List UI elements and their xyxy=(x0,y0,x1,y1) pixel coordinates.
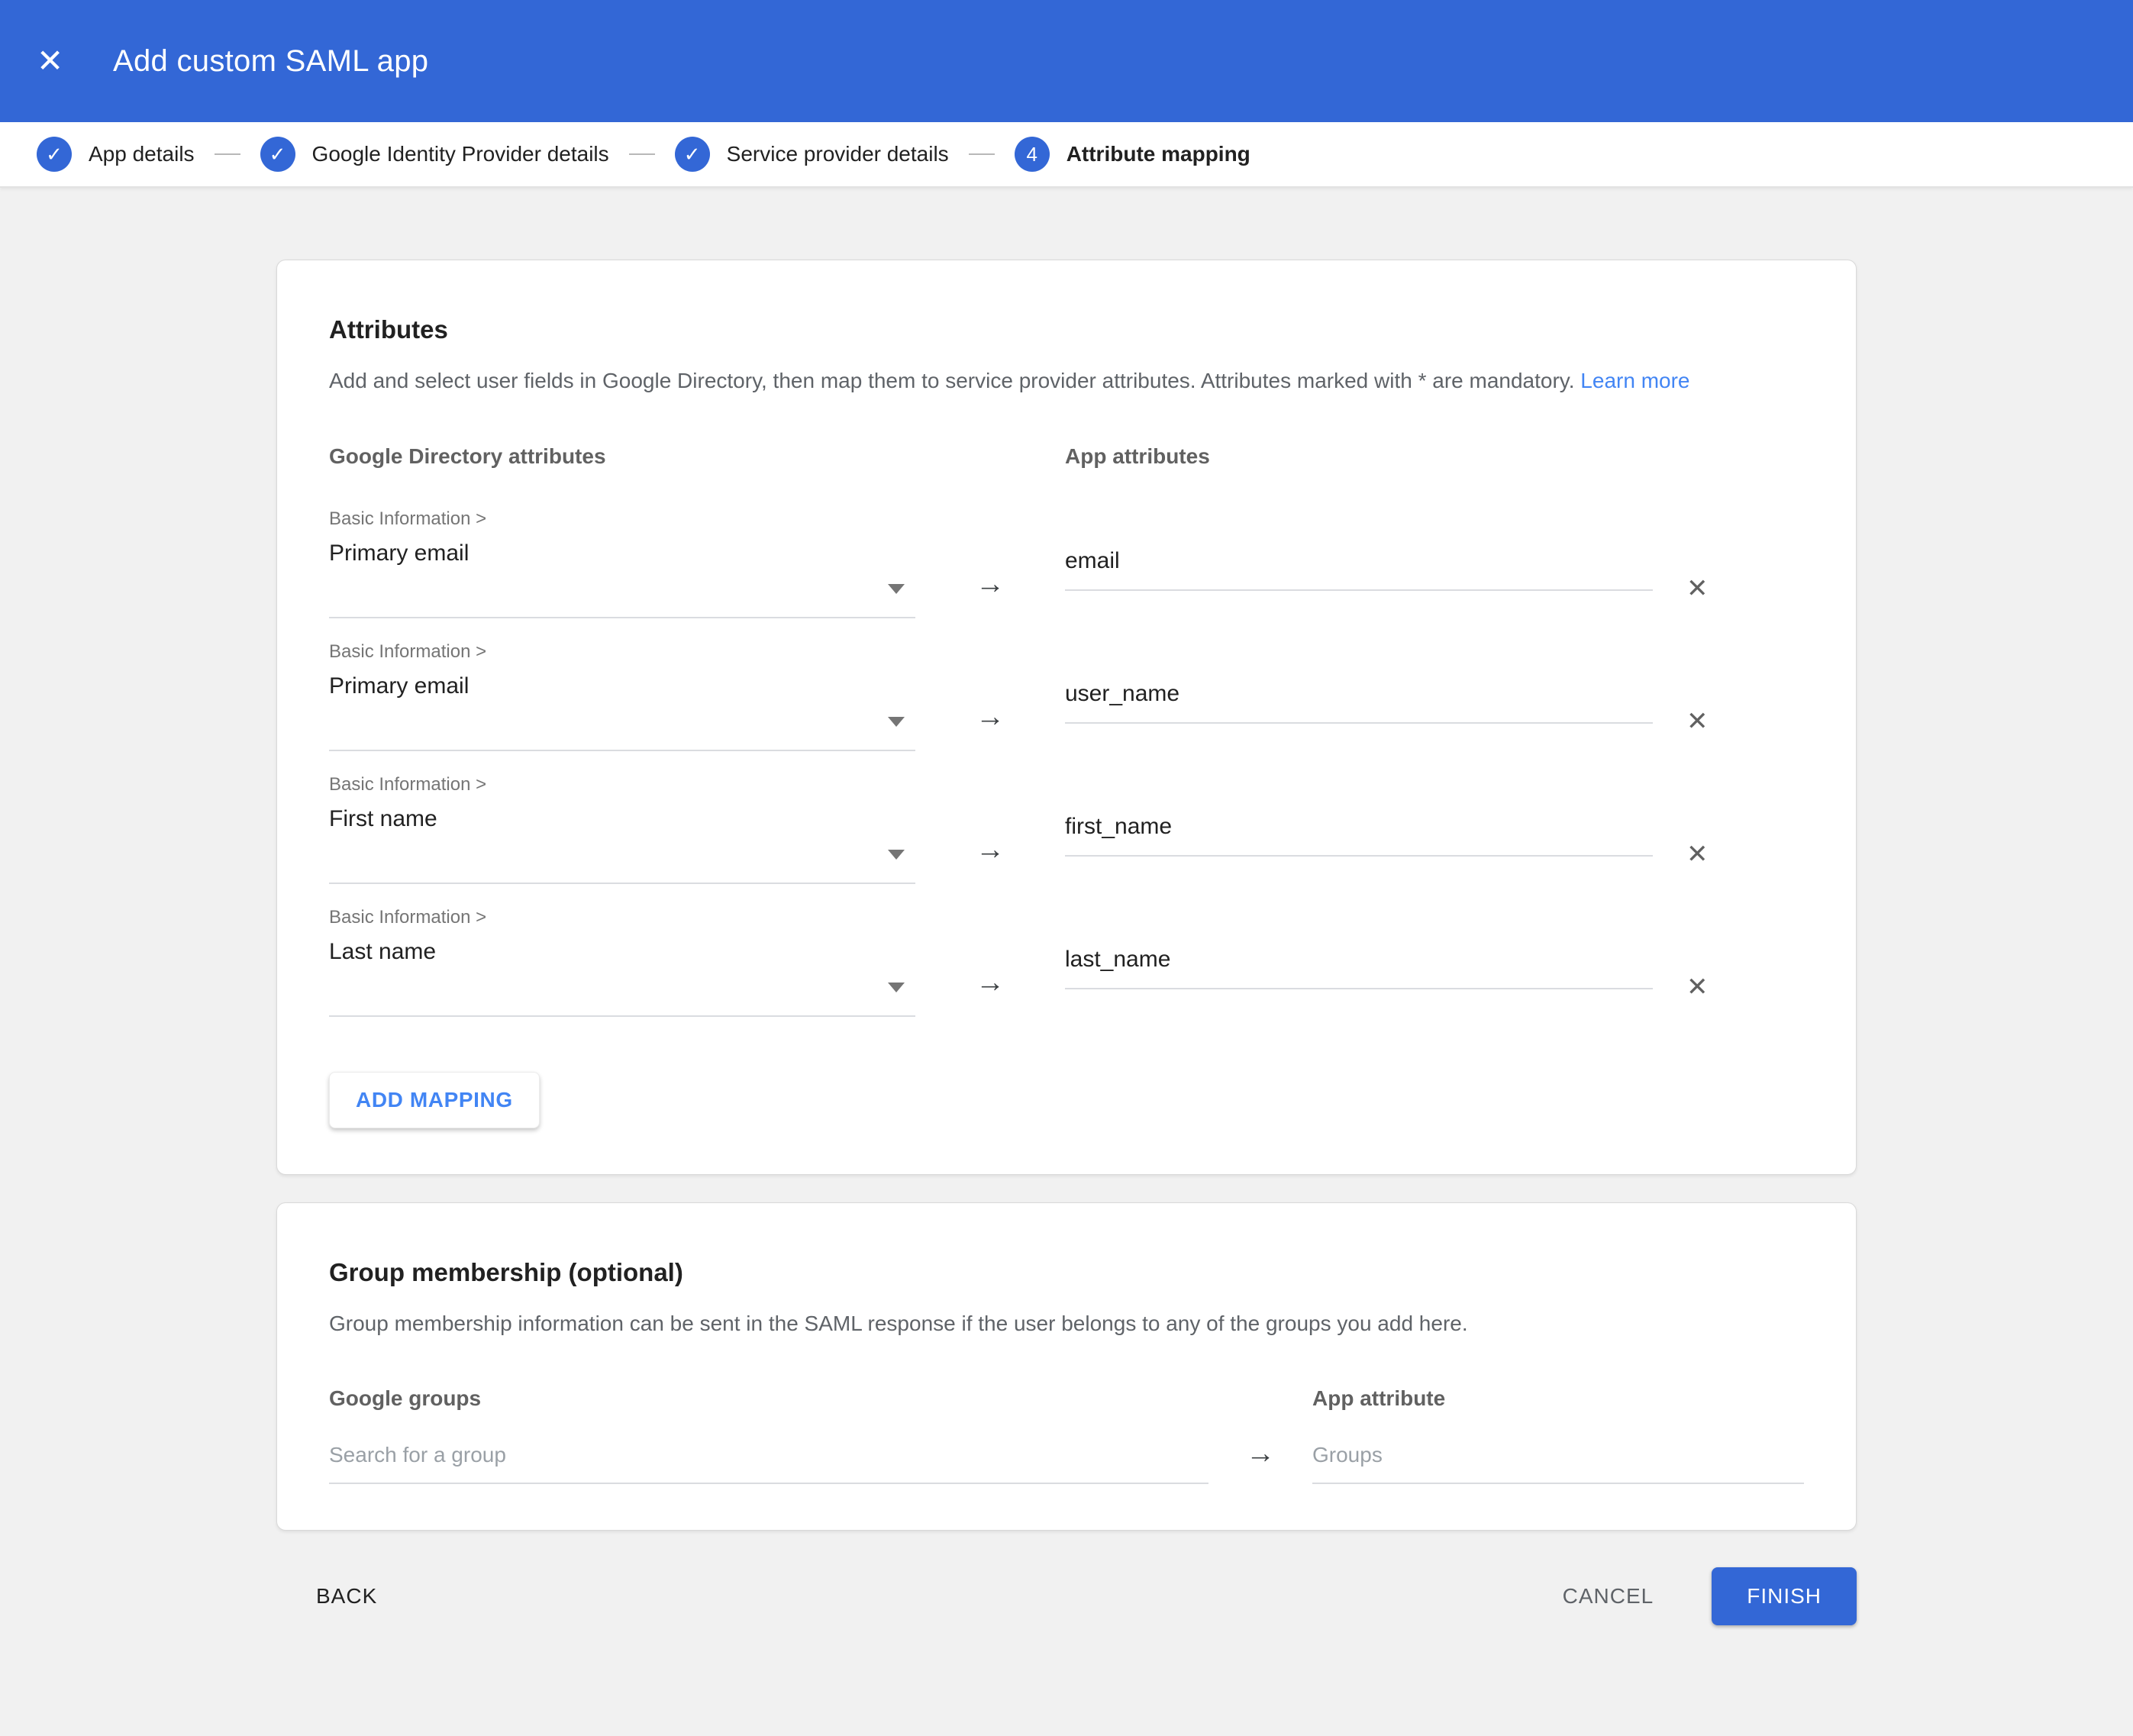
step-complete-check-icon: ✓ xyxy=(675,137,710,172)
step-complete-check-icon: ✓ xyxy=(260,137,295,172)
directory-attribute-category: Basic Information > xyxy=(329,508,915,530)
attributes-description-text: Add and select user fields in Google Dir… xyxy=(329,369,1575,392)
group-membership-description: Group membership information can be sent… xyxy=(329,1308,1804,1340)
group-membership-card: Group membership (optional) Group member… xyxy=(276,1202,1857,1531)
app-attribute-input[interactable] xyxy=(1065,542,1653,591)
close-icon: ✕ xyxy=(1686,973,1709,1002)
group-membership-title: Group membership (optional) xyxy=(329,1258,1804,1287)
directory-attribute-value: Primary email xyxy=(329,673,915,699)
arrow-right-icon: → xyxy=(915,641,1065,751)
directory-attribute-value: First name xyxy=(329,806,915,832)
step-label: App details xyxy=(89,142,195,166)
attributes-card-title: Attributes xyxy=(329,315,1804,344)
app-attribute-input[interactable] xyxy=(1065,941,1653,989)
attributes-card: Attributes Add and select user fields in… xyxy=(276,260,1857,1175)
directory-attribute-select[interactable]: Basic Information > First name xyxy=(329,774,915,884)
dropdown-arrow-icon xyxy=(888,717,905,727)
group-search-input[interactable] xyxy=(329,1434,1208,1484)
close-icon: ✕ xyxy=(1686,840,1709,869)
mapping-rows: Basic Information > Primary email → ✕ Ba… xyxy=(329,508,1804,1017)
remove-mapping-button[interactable]: ✕ xyxy=(1686,907,1735,1017)
stepper-step-service-provider-details[interactable]: ✓ Service provider details xyxy=(675,137,949,172)
app-attribute-field xyxy=(1065,641,1653,751)
main-content: Attributes Add and select user fields in… xyxy=(0,188,2133,1625)
app-attribute-input[interactable] xyxy=(1065,808,1653,857)
directory-attribute-category: Basic Information > xyxy=(329,907,915,928)
mapping-row: Basic Information > Last name → ✕ xyxy=(329,907,1804,1017)
add-mapping-button[interactable]: ADD MAPPING xyxy=(329,1072,540,1128)
group-column-headers: Google groups App attribute xyxy=(329,1386,1804,1411)
attributes-card-description: Add and select user fields in Google Dir… xyxy=(329,366,1804,397)
google-directory-attributes-header: Google Directory attributes xyxy=(329,444,1065,469)
group-spacer xyxy=(1208,1386,1312,1411)
arrow-right-icon: → xyxy=(1208,1438,1312,1484)
step-connector xyxy=(969,153,995,155)
group-app-attribute-header: App attribute xyxy=(1312,1386,1804,1411)
dropdown-arrow-icon xyxy=(888,983,905,992)
mapping-row: Basic Information > Primary email → ✕ xyxy=(329,641,1804,751)
mapping-row: Basic Information > First name → ✕ xyxy=(329,774,1804,884)
app-attribute-field xyxy=(1065,774,1653,884)
step-label: Service provider details xyxy=(727,142,949,166)
stepper: ✓ App details ✓ Google Identity Provider… xyxy=(0,122,2133,188)
step-label: Attribute mapping xyxy=(1066,142,1250,166)
directory-attribute-category: Basic Information > xyxy=(329,774,915,795)
close-icon: ✕ xyxy=(1686,707,1709,736)
back-button[interactable]: BACK xyxy=(316,1584,377,1609)
dialog-title: Add custom SAML app xyxy=(113,44,428,79)
directory-attribute-select[interactable]: Basic Information > Primary email xyxy=(329,508,915,618)
dropdown-arrow-icon xyxy=(888,584,905,594)
stepper-step-google-idp-details[interactable]: ✓ Google Identity Provider details xyxy=(260,137,609,172)
group-mapping-row: → xyxy=(329,1434,1804,1484)
stepper-step-attribute-mapping[interactable]: 4 Attribute mapping xyxy=(1015,137,1250,172)
arrow-right-icon: → xyxy=(915,774,1065,884)
arrow-right-icon: → xyxy=(915,508,1065,618)
close-icon[interactable]: ✕ xyxy=(37,45,82,77)
directory-attribute-select[interactable]: Basic Information > Last name xyxy=(329,907,915,1017)
app-attribute-field xyxy=(1065,907,1653,1017)
group-app-attribute-input[interactable] xyxy=(1312,1434,1804,1484)
google-groups-header: Google groups xyxy=(329,1386,1208,1411)
remove-mapping-button[interactable]: ✕ xyxy=(1686,508,1735,618)
step-label: Google Identity Provider details xyxy=(312,142,609,166)
step-connector xyxy=(215,153,240,155)
directory-attribute-value: Last name xyxy=(329,939,915,965)
directory-attribute-value: Primary email xyxy=(329,540,915,566)
mapping-row: Basic Information > Primary email → ✕ xyxy=(329,508,1804,618)
directory-attribute-select[interactable]: Basic Information > Primary email xyxy=(329,641,915,751)
footer-actions: BACK CANCEL FINISH xyxy=(276,1567,1857,1625)
app-attribute-input[interactable] xyxy=(1065,675,1653,724)
dialog-header: ✕ Add custom SAML app xyxy=(0,0,2133,122)
finish-button[interactable]: FINISH xyxy=(1712,1567,1857,1625)
directory-attribute-category: Basic Information > xyxy=(329,641,915,663)
dropdown-arrow-icon xyxy=(888,850,905,860)
attributes-column-headers: Google Directory attributes App attribut… xyxy=(329,444,1804,469)
arrow-right-icon: → xyxy=(915,907,1065,1017)
cancel-button[interactable]: CANCEL xyxy=(1563,1584,1654,1609)
remove-mapping-button[interactable]: ✕ xyxy=(1686,641,1735,751)
close-icon: ✕ xyxy=(1686,574,1709,603)
learn-more-link[interactable]: Learn more xyxy=(1580,369,1689,392)
step-number-badge: 4 xyxy=(1015,137,1050,172)
step-complete-check-icon: ✓ xyxy=(37,137,72,172)
app-attribute-field xyxy=(1065,508,1653,618)
step-connector xyxy=(629,153,655,155)
stepper-step-app-details[interactable]: ✓ App details xyxy=(37,137,195,172)
remove-mapping-button[interactable]: ✕ xyxy=(1686,774,1735,884)
app-attributes-header: App attributes xyxy=(1065,444,1805,469)
